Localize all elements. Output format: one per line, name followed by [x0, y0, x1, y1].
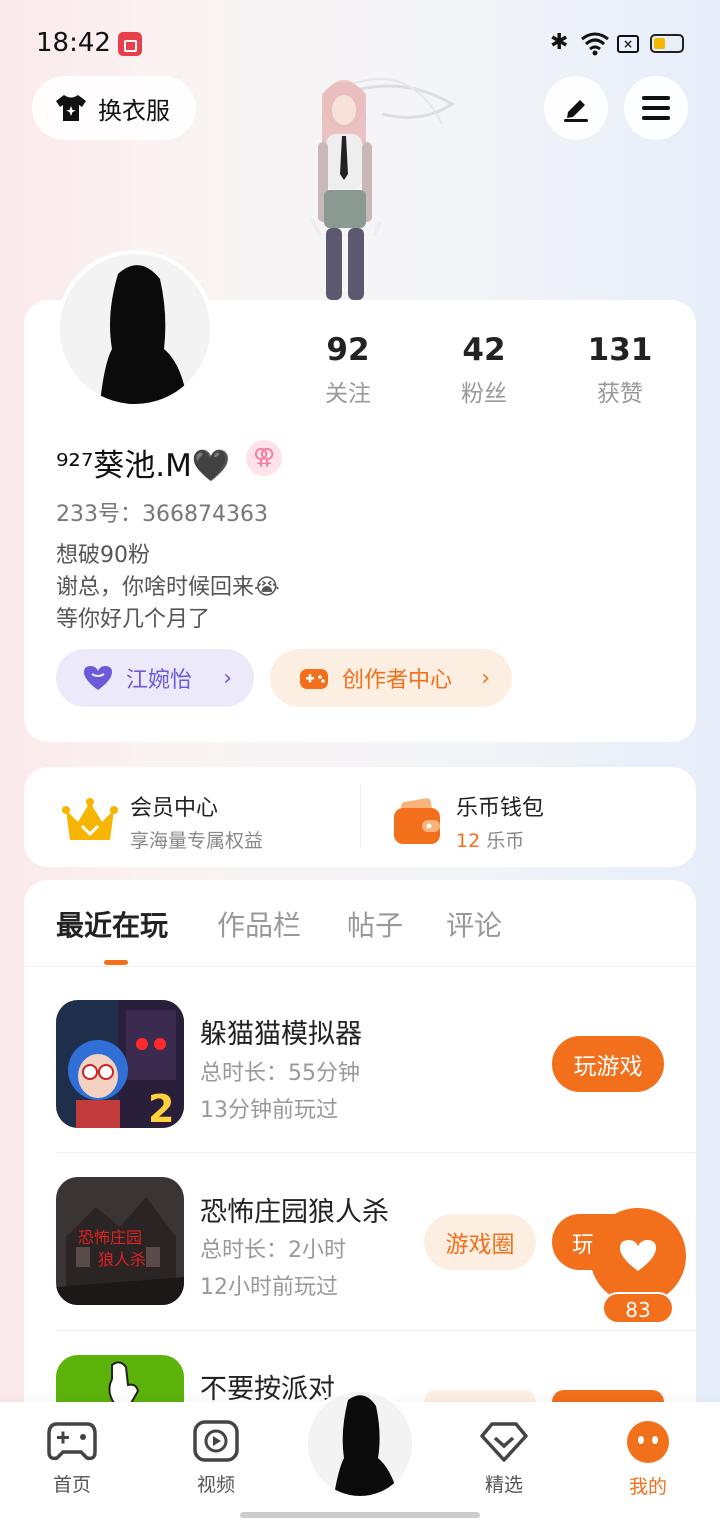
- heart-icon: [620, 1240, 656, 1271]
- wallet-title: 乐币钱包: [456, 796, 545, 821]
- chevron-right-icon: ›: [223, 665, 232, 691]
- bluetooth-icon: ✱: [550, 30, 569, 55]
- svg-text:恐怖庄园: 恐怖庄园: [78, 1228, 142, 1247]
- no-sim-icon: ×: [617, 35, 639, 53]
- nav-mine[interactable]: 我的: [608, 1420, 688, 1499]
- tab-recently-played[interactable]: 最近在玩: [56, 904, 168, 944]
- likes-count: 131: [587, 332, 653, 368]
- game-title[interactable]: 不要按派对: [200, 1367, 335, 1406]
- divider: [360, 785, 361, 847]
- screen-record-icon: [118, 32, 142, 56]
- fan-club-button[interactable]: 江婉怡 ›: [56, 649, 254, 707]
- wallet-balance: 12 乐币: [456, 826, 544, 853]
- divider: [56, 1152, 696, 1153]
- svg-text:狼人杀: 狼人杀: [98, 1250, 146, 1269]
- game-icon[interactable]: 2: [56, 1000, 184, 1128]
- game-title[interactable]: 躲猫猫模拟器: [200, 1012, 362, 1051]
- wallet-amount: 12: [456, 830, 481, 852]
- game-last-played: 13分钟前玩过: [200, 1098, 338, 1123]
- gamepad-icon: [300, 669, 328, 689]
- nav-featured-label: 精选: [484, 1474, 523, 1496]
- svg-text:2: 2: [148, 1087, 174, 1128]
- tab-posts[interactable]: 帖子: [347, 904, 403, 944]
- profile-name: ⁹²⁷葵池.M🖤: [56, 448, 231, 484]
- play-game-button[interactable]: [552, 1390, 664, 1402]
- game-circle-button[interactable]: [424, 1390, 536, 1402]
- change-outfit-label: 换衣服: [98, 96, 170, 125]
- nav-video-label: 视频: [196, 1474, 235, 1496]
- heart-diamond-icon: [480, 1422, 528, 1462]
- divider: [56, 1330, 696, 1331]
- nav-home[interactable]: 首页: [32, 1420, 112, 1497]
- creator-center-label: 创作者中心: [342, 668, 453, 693]
- bio-line: 谢总，你啥时候回来😭: [56, 575, 280, 600]
- nav-video[interactable]: 视频: [176, 1420, 256, 1497]
- likes-label: 获赞: [597, 381, 643, 407]
- status-time: 18:42: [36, 28, 111, 58]
- play-icon: [193, 1420, 239, 1462]
- nav-center-avatar[interactable]: [304, 1388, 416, 1500]
- tab-comments[interactable]: 评论: [446, 904, 502, 944]
- avatar[interactable]: [56, 250, 214, 408]
- fan-club-label: 江婉怡: [126, 668, 193, 693]
- likes-stat[interactable]: 131 获赞: [560, 332, 680, 408]
- play-game-button[interactable]: 玩游戏: [552, 1036, 664, 1092]
- bio-line: 想破90粉: [56, 543, 150, 568]
- wallet-icon: [394, 797, 440, 844]
- following-count: 92: [326, 332, 370, 368]
- followers-stat[interactable]: 42 粉丝: [424, 332, 544, 408]
- pen-icon: [564, 100, 588, 122]
- tshirt-icon: [56, 95, 86, 121]
- game-duration: 总时长：55分钟: [200, 1061, 360, 1086]
- followers-label: 粉丝: [461, 381, 507, 407]
- home-indicator[interactable]: [240, 1512, 480, 1518]
- wallet-unit: 乐币: [486, 830, 525, 852]
- followers-count: 42: [462, 332, 506, 368]
- battery-icon: [650, 34, 684, 53]
- member-center-subtitle: 享海量专属权益: [130, 830, 264, 852]
- change-outfit-button[interactable]: 换衣服: [32, 76, 196, 140]
- game-circle-button[interactable]: 游戏圈: [424, 1214, 536, 1270]
- heart-icon: [84, 666, 112, 690]
- nav-mine-label: 我的: [628, 1476, 667, 1498]
- creator-center-button[interactable]: 创作者中心 ›: [270, 649, 512, 707]
- crown-icon: [62, 797, 118, 840]
- tab-indicator: [104, 960, 128, 965]
- nav-home-label: 首页: [52, 1474, 91, 1496]
- bio-line: 等你好几个月了: [56, 607, 211, 632]
- following-label: 关注: [325, 381, 371, 407]
- avatar-silhouette: [60, 254, 210, 404]
- game-title[interactable]: 恐怖庄园狼人杀: [200, 1190, 389, 1229]
- game-icon[interactable]: 恐怖庄园 狼人杀: [56, 1177, 184, 1305]
- face-icon: [627, 1421, 669, 1463]
- nav-featured[interactable]: 精选: [464, 1420, 544, 1497]
- divider: [24, 966, 696, 967]
- game-duration: 总时长：2小时: [200, 1238, 346, 1263]
- menu-button[interactable]: [624, 76, 688, 140]
- edit-profile-button[interactable]: [544, 76, 608, 140]
- chevron-right-icon: ›: [481, 665, 490, 691]
- tab-works[interactable]: 作品栏: [217, 904, 301, 944]
- gender-icon: ⚢: [246, 440, 282, 476]
- member-center-title: 会员中心: [130, 796, 219, 821]
- like-count-badge: 83: [602, 1292, 674, 1324]
- wallet-entry[interactable]: 乐币钱包 12 乐币: [392, 790, 544, 853]
- avatar-character-figure[interactable]: [282, 64, 458, 302]
- wifi-icon: [581, 32, 609, 56]
- hamburger-icon: [642, 96, 670, 120]
- bio: 想破90粉 谢总，你啥时候回来😭 等你好几个月了: [56, 540, 280, 636]
- gamepad-icon: [47, 1422, 97, 1461]
- game-icon[interactable]: [56, 1355, 184, 1402]
- member-center-entry[interactable]: 会员中心 享海量专属权益: [62, 790, 263, 853]
- user-id[interactable]: 233号：366874363: [56, 496, 268, 528]
- following-stat[interactable]: 92 关注: [288, 332, 408, 408]
- game-last-played: 12小时前玩过: [200, 1275, 338, 1300]
- float-like-button[interactable]: [590, 1208, 686, 1304]
